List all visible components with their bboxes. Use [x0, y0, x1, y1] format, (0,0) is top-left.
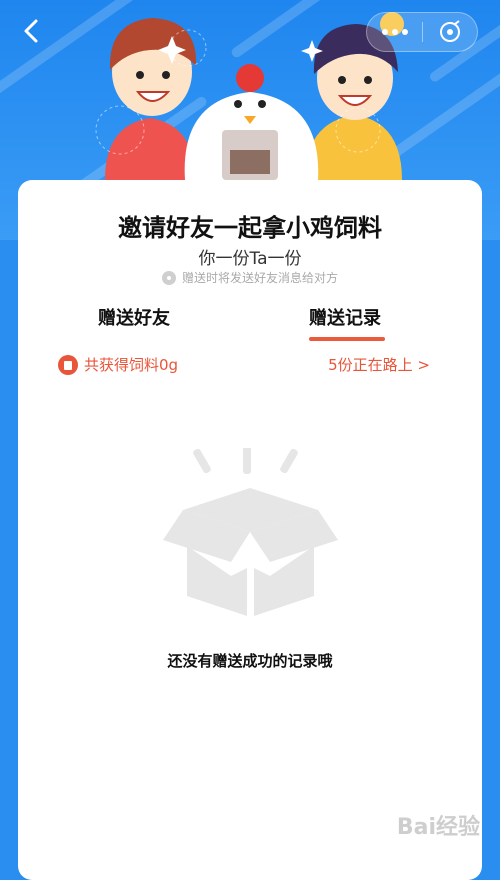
chick-illustration	[184, 64, 319, 180]
boy-illustration	[105, 18, 197, 180]
more-dots-icon	[381, 29, 408, 35]
feed-bag-icon	[58, 354, 78, 375]
tab-gift-records[interactable]: 赠送记录	[309, 304, 381, 330]
empty-box-icon	[163, 448, 338, 616]
close-circle-icon	[440, 20, 460, 42]
more-button[interactable]	[367, 13, 422, 51]
earned-feed-text: 共获得饲料0g	[84, 356, 179, 374]
mini-program-capsule	[366, 12, 478, 52]
watermark-logo: Bai经验	[396, 815, 480, 840]
page-title: 邀请好友一起拿小鸡饲料	[118, 214, 382, 242]
earned-feed-summary: 共获得饲料0g	[58, 354, 178, 375]
active-tab-indicator	[309, 337, 385, 341]
close-button[interactable]	[423, 13, 477, 51]
back-button[interactable]	[14, 14, 48, 48]
info-icon	[161, 270, 176, 285]
invite-card: 邀请好友一起拿小鸡饲料 你一份Ta一份 赠送时将发送好友消息给对方 赠送好友 赠…	[18, 180, 482, 880]
hint-text: 赠送时将发送好友消息给对方	[181, 271, 338, 285]
empty-state-text: 还没有赠送成功的记录哦	[167, 652, 333, 670]
hint-row: 赠送时将发送好友消息给对方	[18, 269, 482, 286]
chevron-left-icon	[24, 19, 38, 43]
on-the-way-link[interactable]: 5份正在路上 >	[328, 354, 430, 375]
tab-gift-friends[interactable]: 赠送好友	[98, 304, 170, 330]
page-subtitle: 你一份Ta一份	[198, 249, 302, 269]
